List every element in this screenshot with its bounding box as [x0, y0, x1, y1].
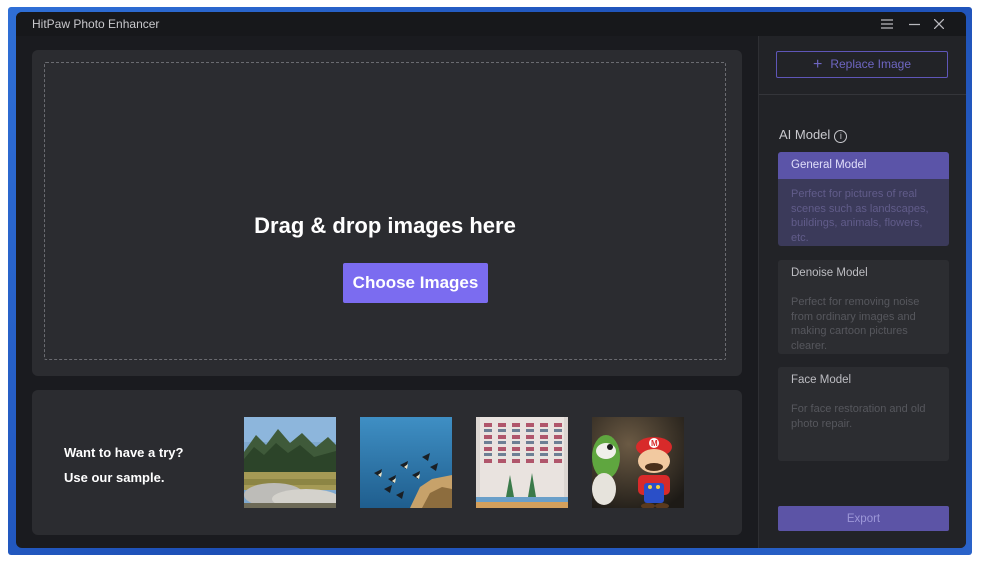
info-icon[interactable]: i: [834, 130, 848, 143]
app-window: HitPaw Photo Enhancer Drag & drop images…: [16, 12, 966, 548]
model-name: General Model: [778, 152, 949, 179]
plus-icon: +: [812, 55, 823, 73]
choose-images-button[interactable]: Choose Images: [343, 263, 488, 303]
model-description: For face restoration and old photo repai…: [791, 403, 926, 430]
close-icon[interactable]: [930, 15, 948, 33]
svg-text:M: M: [651, 439, 658, 448]
sidebar: + Replace Image AI Model i General Model P…: [758, 36, 966, 548]
ai-model-label: AI Model: [779, 127, 831, 142]
model-card-denoise[interactable]: Denoise Model Perfect for removing noise…: [778, 260, 949, 354]
sample-thumbnail-fish[interactable]: [360, 417, 452, 508]
model-description: Perfect for pictures of real scenes such…: [791, 188, 929, 244]
minimize-icon[interactable]: [905, 15, 923, 33]
sample-text-line1: Want to have a try?: [64, 445, 184, 460]
model-description: Perfect for removing noise from ordinary…: [791, 296, 920, 352]
window-title: HitPaw Photo Enhancer: [32, 17, 160, 31]
sample-thumbnail-building[interactable]: [476, 417, 568, 508]
menu-icon[interactable]: [878, 15, 896, 33]
model-name: Face Model: [791, 374, 852, 386]
sample-panel: Want to have a try? Use our sample. M: [32, 390, 742, 535]
ai-model-heading: AI Model i: [779, 127, 848, 143]
sample-text: Want to have a try? Use our sample.: [64, 440, 183, 490]
main-area: Drag & drop images here Choose Images Wa…: [16, 36, 758, 548]
export-button[interactable]: Export: [778, 506, 949, 531]
model-name: Denoise Model: [791, 267, 868, 279]
sample-thumbnail-toys[interactable]: M: [592, 417, 684, 508]
sample-thumbnail-landscape[interactable]: [244, 417, 336, 508]
drop-title: Drag & drop images here: [254, 213, 516, 238]
replace-image-button[interactable]: + Replace Image: [776, 51, 948, 78]
title-bar: HitPaw Photo Enhancer: [16, 12, 966, 36]
replace-image-label: Replace Image: [830, 56, 912, 71]
drop-zone[interactable]: Drag & drop images here Choose Images: [44, 62, 726, 360]
model-card-face[interactable]: Face Model For face restoration and old …: [778, 367, 949, 461]
drop-panel: Drag & drop images here Choose Images: [32, 50, 742, 376]
model-card-general[interactable]: General Model Perfect for pictures of re…: [778, 152, 949, 246]
sidebar-divider: [759, 94, 966, 95]
sample-text-line2: Use our sample.: [64, 470, 165, 485]
